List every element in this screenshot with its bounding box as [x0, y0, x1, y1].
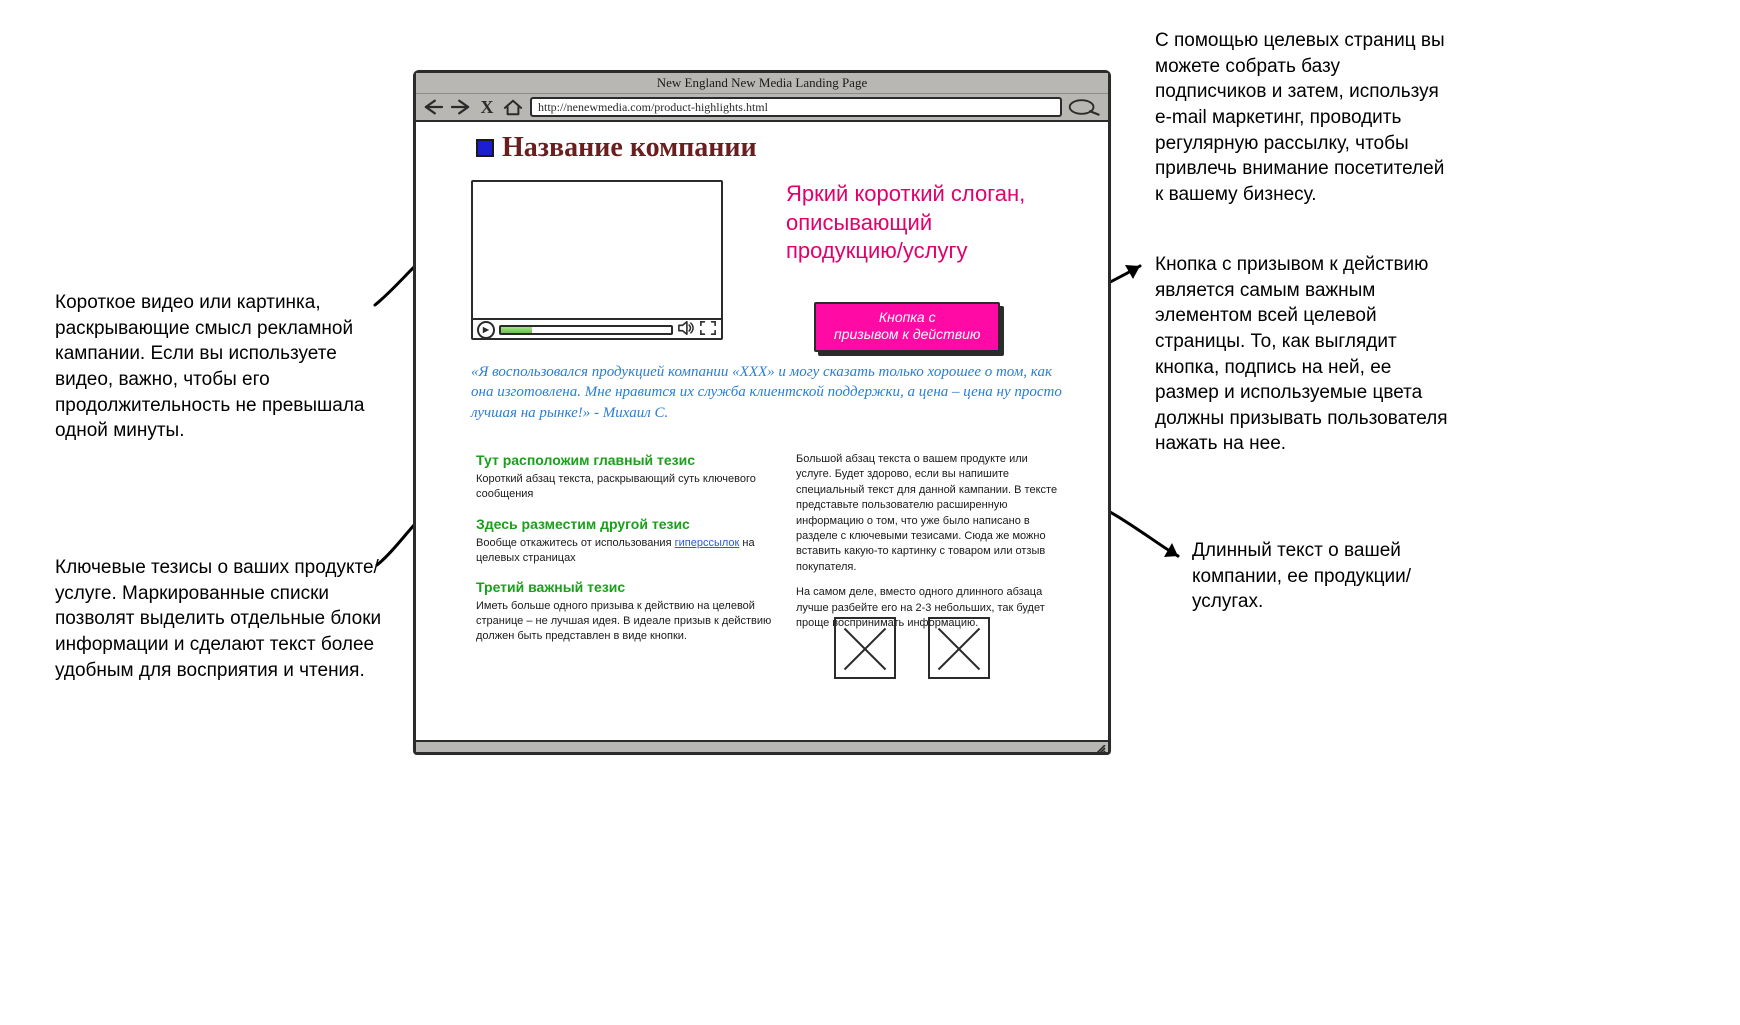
browser-mockup: New England New Media Landing Page X Наз…	[413, 70, 1111, 755]
thesis-body: Вообще откажитесь от использования гипер…	[476, 536, 774, 566]
thesis-body: Иметь больше одного призыва к действию н…	[476, 599, 774, 644]
volume-icon[interactable]	[677, 320, 695, 341]
image-placeholder	[834, 617, 896, 679]
fullscreen-icon[interactable]	[699, 320, 717, 341]
testimonial-quote: «Я воспользовался продукцией компании «X…	[471, 362, 1075, 423]
back-icon[interactable]	[422, 96, 444, 118]
play-icon[interactable]	[477, 321, 495, 339]
forward-icon[interactable]	[450, 96, 472, 118]
logo-swatch	[476, 139, 494, 157]
thesis-title: Третий важный тезис	[476, 579, 774, 595]
thesis-title: Тут расположим главный тезис	[476, 452, 774, 468]
url-input[interactable]	[530, 97, 1062, 117]
resize-handle-icon[interactable]	[1094, 742, 1106, 752]
annotation-email-marketing: С помощью целевых страниц вы можете собр…	[1155, 28, 1455, 207]
video-screen[interactable]	[473, 182, 721, 318]
home-icon[interactable]	[502, 96, 524, 118]
browser-title: New England New Media Landing Page	[416, 73, 1108, 94]
company-name: Название компании	[502, 132, 757, 164]
cta-button[interactable]: Кнопка с призывом к действию	[814, 302, 1000, 352]
image-placeholder	[928, 617, 990, 679]
thesis-body: Короткий абзац текста, раскрывающий суть…	[476, 472, 774, 502]
theses-block: Тут расположим главный тезис Короткий аб…	[476, 452, 774, 658]
slogan: Яркий короткий слоган, описывающий проду…	[786, 180, 1051, 266]
video-progress[interactable]	[499, 325, 673, 335]
annotation-video: Короткое видео или картинка, раскрывающи…	[55, 290, 385, 444]
stop-icon[interactable]: X	[478, 96, 496, 118]
video-player[interactable]	[471, 180, 723, 340]
cta-label-line1: Кнопка с	[879, 309, 936, 325]
image-placeholders	[834, 617, 990, 679]
annotation-theses: Ключевые тезисы о ваших продукте/услуге.…	[55, 555, 390, 683]
thesis-title: Здесь разместим другой тезис	[476, 516, 774, 532]
long-description-p1: Большой абзац текста о вашем продукте ил…	[796, 452, 1061, 575]
browser-toolbar: X	[416, 94, 1108, 122]
long-description: Большой абзац текста о вашем продукте ил…	[796, 452, 1061, 641]
annotation-longtext: Длинный текст о вашей компании, ее проду…	[1192, 538, 1477, 615]
browser-statusbar	[416, 740, 1108, 752]
annotation-cta: Кнопка с призывом к действию является са…	[1155, 252, 1455, 457]
search-icon[interactable]	[1068, 96, 1102, 118]
logo-block: Название компании	[476, 132, 757, 164]
video-controls	[473, 318, 721, 340]
cta-label-line2: призывом к действию	[834, 326, 980, 342]
hyperlink-example[interactable]: гиперссылок	[675, 537, 740, 549]
page-content: Название компании Яркий коро	[416, 122, 1108, 740]
